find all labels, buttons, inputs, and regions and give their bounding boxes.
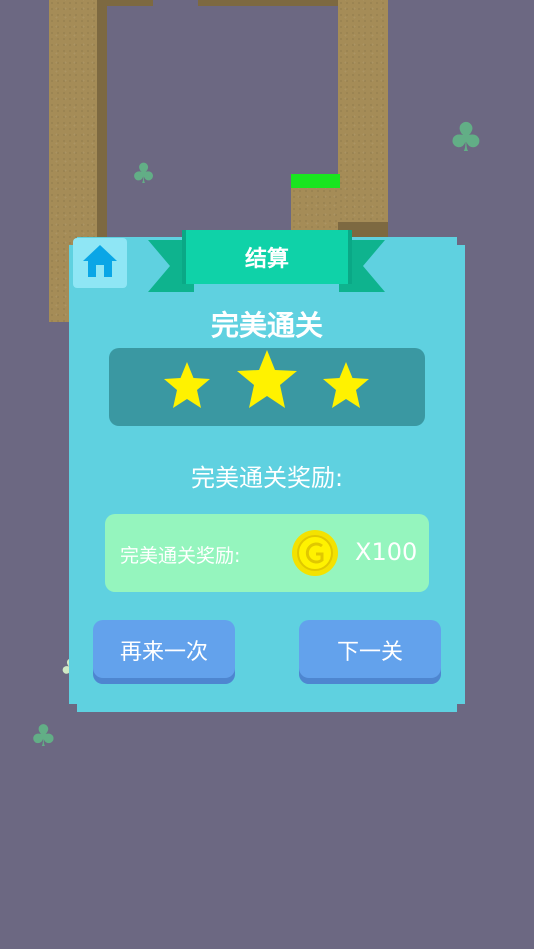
header-title: 结算 <box>244 247 289 272</box>
star-icon <box>237 350 297 408</box>
reward-heading: 完美通关奖励: <box>190 464 344 492</box>
grass-top <box>291 174 340 188</box>
home-icon <box>81 243 119 283</box>
clover-icon: ♣ <box>30 719 57 754</box>
star-icon <box>323 362 369 408</box>
clover-icon: ♣ <box>448 115 484 161</box>
left-pillar-side <box>97 0 107 250</box>
stars-svg <box>164 350 369 408</box>
clover-icon: ♣ <box>131 157 157 190</box>
home-button[interactable] <box>73 238 127 288</box>
top-beam-right <box>198 0 338 6</box>
right-pillar <box>338 0 388 222</box>
next-level-button[interactable]: 下一关 <box>299 620 441 684</box>
coin-icon <box>291 529 339 577</box>
top-beam <box>105 0 153 6</box>
star-icon <box>164 362 210 408</box>
reward-box: 完美通关奖励: X100 <box>105 514 429 592</box>
retry-button[interactable]: 再来一次 <box>93 620 235 684</box>
reward-amount: X100 <box>355 538 418 566</box>
reward-label: 完美通关奖励: <box>120 545 241 567</box>
star-rating <box>109 348 425 426</box>
header-ribbon: 结算 <box>182 230 352 284</box>
retry-button-label: 再来一次 <box>119 640 208 665</box>
result-title: 完美通关 <box>210 309 323 342</box>
next-level-button-label: 下一关 <box>336 640 403 665</box>
